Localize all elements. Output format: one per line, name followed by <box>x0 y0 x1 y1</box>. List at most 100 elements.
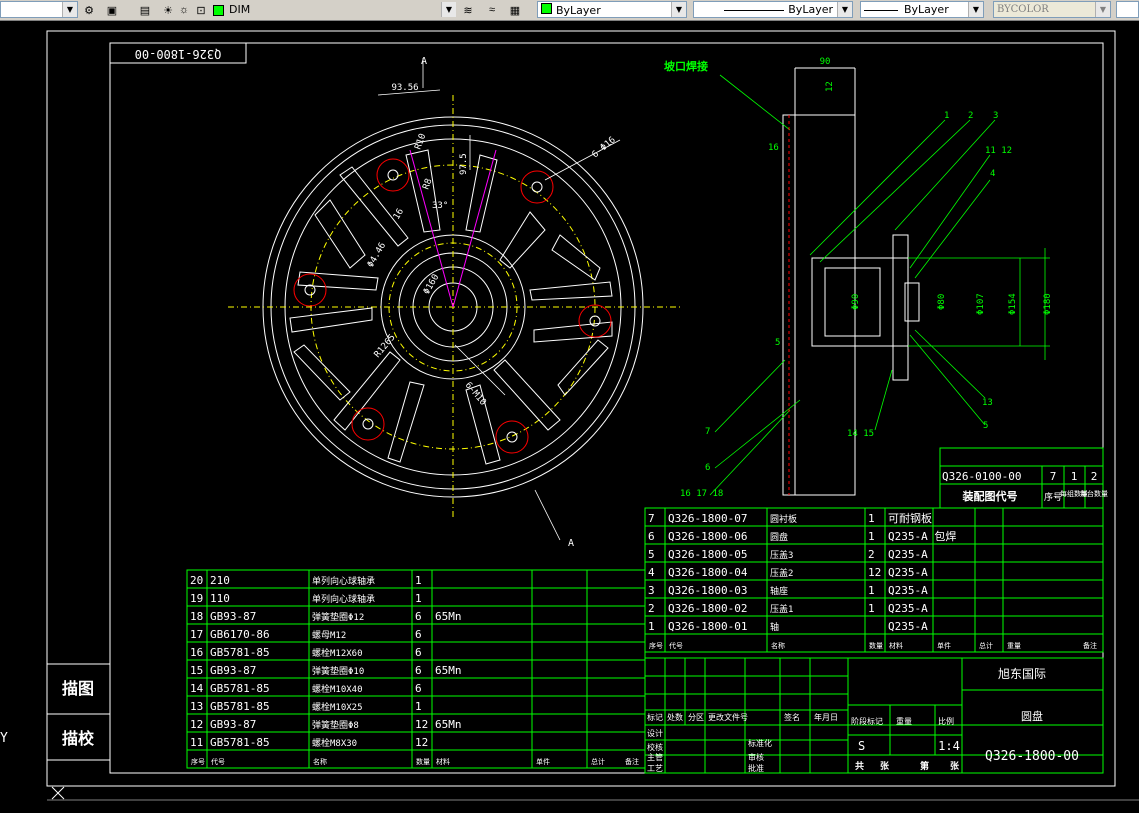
part-code: GB93-87 <box>210 718 256 731</box>
part-name: 单列向心球轴承 <box>312 575 375 587</box>
callout-2: 2 <box>968 111 973 121</box>
assembly-col1: 7 <box>1050 470 1057 483</box>
dim-16: 16 <box>392 207 406 221</box>
part-qty: 6 <box>415 664 422 677</box>
callout-16-17-18: 16 17 18 <box>680 489 723 499</box>
dim-phi107: Φ107 <box>976 293 986 315</box>
part-qty: 1 <box>415 700 422 713</box>
dim-phi90: Φ90 <box>851 294 861 310</box>
part-no: 4 <box>648 566 655 579</box>
part-code: GB5781-85 <box>210 736 270 749</box>
assembly-col2: 1 <box>1071 470 1078 483</box>
assembly-ref-block: Q326-0100-00 7 1 2 装配图代号 序号 每组数量 每台数量 <box>939 447 1108 509</box>
parts-header-cell: 名称 <box>313 757 327 766</box>
side-dim-90: 90 <box>820 57 831 67</box>
stamp-check: 描校 <box>62 729 95 748</box>
side-dim-12: 12 <box>825 81 835 92</box>
callout-3: 3 <box>993 111 998 121</box>
row-manager: 主管 <box>647 752 663 762</box>
dim-phi154: Φ154 <box>1008 293 1018 315</box>
approval-review: 审核 <box>748 752 764 762</box>
part-mat: Q235-A <box>888 620 928 633</box>
part-no: 2 <box>648 602 655 615</box>
part-code: Q326-1800-04 <box>668 566 748 579</box>
part-qty: 1 <box>415 574 422 587</box>
lineweight-dropdown[interactable]: ByLayer ▼ <box>860 1 984 18</box>
part-name: 轴座 <box>770 585 788 597</box>
axis-y-label: Y <box>0 731 8 746</box>
part-name: 圆盘 <box>1021 709 1043 723</box>
row-design: 设计 <box>647 728 663 738</box>
dim-phi180: Φ180 <box>1043 293 1053 315</box>
parts-header-cell: 总计 <box>979 641 993 650</box>
dim-446: Φ4.46 <box>366 241 388 269</box>
chevron-down-icon: ▼ <box>62 2 77 17</box>
assembly-h3: 每台数量 <box>1080 489 1108 498</box>
callout-5-left: 5 <box>775 338 780 348</box>
layer-dropdown[interactable]: DIM ▼ <box>226 1 456 18</box>
part-mat: 65Mn <box>435 718 462 731</box>
callout-5: 5 <box>983 421 988 431</box>
parts-header-cell: 重量 <box>1007 642 1021 650</box>
make-current-icon[interactable]: ≋ <box>460 2 476 18</box>
part-no: 19 <box>190 592 203 605</box>
parts-header-cell: 序号 <box>191 757 205 766</box>
part-mat: 65Mn <box>435 610 462 623</box>
drawing-canvas[interactable]: Y Q326-1800-00 描图 描校 A 93.56 R10 97.5 6-… <box>0 21 1139 813</box>
parts-header-cell: 材料 <box>889 641 903 650</box>
part-no: 15 <box>190 664 203 677</box>
part-code: Q326-1800-06 <box>668 530 747 543</box>
parts-header-cell: 数量 <box>416 757 430 766</box>
parts-header-cell: 材料 <box>436 757 450 766</box>
linetype-dropdown[interactable]: ByLayer ▼ <box>693 1 853 18</box>
drawing-number: Q326-1800-00 <box>985 749 1079 764</box>
lock-icon[interactable]: ⊡ <box>193 2 209 18</box>
parts-header-cell: 代号 <box>211 757 225 766</box>
plotstyle-dropdown[interactable]: BYCOLOR ▼ <box>993 1 1111 18</box>
lightbulb-icon[interactable]: ☀ <box>160 2 176 18</box>
part-no: 20 <box>190 574 203 587</box>
dim-r1265: R1265 <box>373 333 398 360</box>
workspace-dropdown[interactable]: ▼ <box>0 1 78 18</box>
extra-dropdown[interactable] <box>1116 1 1139 18</box>
part-qty: 6 <box>415 628 422 641</box>
row-process: 工艺 <box>647 764 663 773</box>
part-qty: 1 <box>868 602 875 615</box>
layer-state-icon[interactable]: ▦ <box>507 2 523 18</box>
color-swatch-icon[interactable] <box>210 2 226 18</box>
part-no: 14 <box>190 682 204 695</box>
layer-previous-icon[interactable]: ≈ <box>484 2 500 18</box>
properties-toolbar: ▼ ⚙ ▣ ▤ ☀ ☼ ⊡ DIM ▼ ≋ ≈ ▦ ByLayer ▼ ByLa… <box>0 0 1139 21</box>
part-no: 6 <box>648 530 655 543</box>
part-qty: 12 <box>868 566 881 579</box>
part-mat: Q235-A <box>888 566 928 579</box>
rev-h-zone: 分区 <box>688 713 704 722</box>
part-mat: Q235-A <box>888 548 928 561</box>
part-qty: 6 <box>415 610 422 623</box>
parts-header-cell: 单件 <box>536 757 550 766</box>
part-code: Q326-1800-01 <box>668 620 747 633</box>
dim-33: 33° <box>432 201 448 211</box>
stage-h-weight: 重量 <box>896 716 912 726</box>
sun-icon[interactable]: ☼ <box>176 2 192 18</box>
part-qty: 1 <box>868 530 875 543</box>
part-qty: 1 <box>415 592 422 605</box>
part-qty: 2 <box>868 548 875 561</box>
part-qty: 1 <box>868 512 875 525</box>
settings-icon[interactable]: ▣ <box>104 2 120 18</box>
layer-properties-icon[interactable]: ▤ <box>137 2 153 18</box>
part-code: GB5781-85 <box>210 646 270 659</box>
part-code: GB93-87 <box>210 610 256 623</box>
callout-4: 4 <box>990 169 995 179</box>
part-no: 12 <box>190 718 203 731</box>
parts-header-cell: 名称 <box>771 641 785 650</box>
rev-h-mark: 标记 <box>647 712 663 722</box>
sheet-total: 共 <box>855 760 864 772</box>
callout-6: 6 <box>705 463 710 473</box>
chevron-down-icon: ▼ <box>671 2 686 17</box>
color-dropdown[interactable]: ByLayer ▼ <box>537 1 687 18</box>
part-name: 圆盘 <box>770 531 788 543</box>
part-name: 螺栓M10X25 <box>312 701 363 713</box>
parts-header-cell: 单件 <box>937 641 951 650</box>
gear-icon[interactable]: ⚙ <box>81 2 97 18</box>
